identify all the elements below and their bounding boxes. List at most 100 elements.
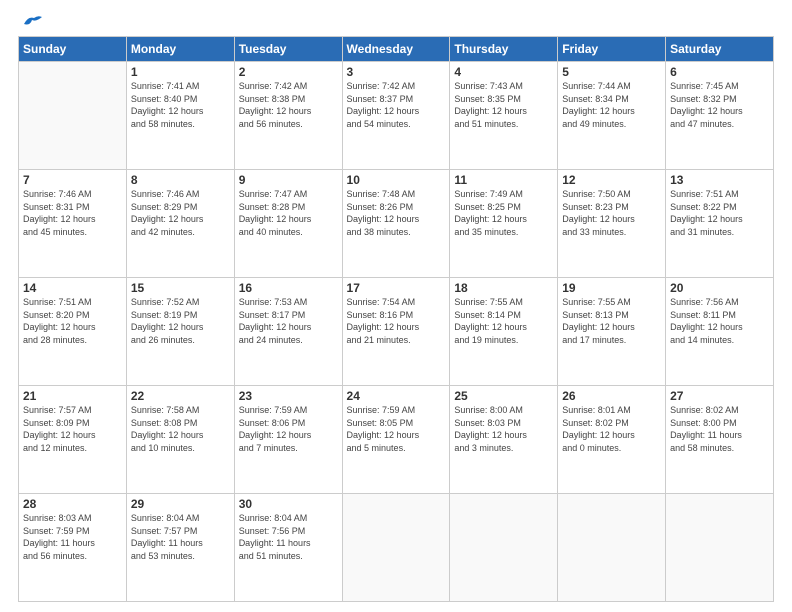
weekday-tuesday: Tuesday — [234, 37, 342, 62]
day-info: Sunrise: 7:59 AM Sunset: 8:05 PM Dayligh… — [347, 404, 446, 454]
day-info: Sunrise: 7:55 AM Sunset: 8:13 PM Dayligh… — [562, 296, 661, 346]
week-row-1: 1Sunrise: 7:41 AM Sunset: 8:40 PM Daylig… — [19, 62, 774, 170]
day-info: Sunrise: 7:50 AM Sunset: 8:23 PM Dayligh… — [562, 188, 661, 238]
day-cell: 27Sunrise: 8:02 AM Sunset: 8:00 PM Dayli… — [666, 386, 774, 494]
day-cell: 5Sunrise: 7:44 AM Sunset: 8:34 PM Daylig… — [558, 62, 666, 170]
day-cell: 19Sunrise: 7:55 AM Sunset: 8:13 PM Dayli… — [558, 278, 666, 386]
day-number: 20 — [670, 281, 769, 295]
day-info: Sunrise: 7:53 AM Sunset: 8:17 PM Dayligh… — [239, 296, 338, 346]
day-info: Sunrise: 7:59 AM Sunset: 8:06 PM Dayligh… — [239, 404, 338, 454]
weekday-monday: Monday — [126, 37, 234, 62]
day-number: 7 — [23, 173, 122, 187]
day-cell: 30Sunrise: 8:04 AM Sunset: 7:56 PM Dayli… — [234, 494, 342, 602]
day-cell: 20Sunrise: 7:56 AM Sunset: 8:11 PM Dayli… — [666, 278, 774, 386]
day-number: 8 — [131, 173, 230, 187]
day-cell: 18Sunrise: 7:55 AM Sunset: 8:14 PM Dayli… — [450, 278, 558, 386]
day-number: 29 — [131, 497, 230, 511]
day-cell: 4Sunrise: 7:43 AM Sunset: 8:35 PM Daylig… — [450, 62, 558, 170]
day-cell: 9Sunrise: 7:47 AM Sunset: 8:28 PM Daylig… — [234, 170, 342, 278]
day-info: Sunrise: 7:42 AM Sunset: 8:37 PM Dayligh… — [347, 80, 446, 130]
week-row-3: 14Sunrise: 7:51 AM Sunset: 8:20 PM Dayli… — [19, 278, 774, 386]
day-number: 5 — [562, 65, 661, 79]
day-number: 10 — [347, 173, 446, 187]
day-number: 28 — [23, 497, 122, 511]
day-number: 27 — [670, 389, 769, 403]
day-number: 18 — [454, 281, 553, 295]
day-info: Sunrise: 7:55 AM Sunset: 8:14 PM Dayligh… — [454, 296, 553, 346]
day-cell: 12Sunrise: 7:50 AM Sunset: 8:23 PM Dayli… — [558, 170, 666, 278]
day-number: 17 — [347, 281, 446, 295]
day-info: Sunrise: 8:00 AM Sunset: 8:03 PM Dayligh… — [454, 404, 553, 454]
day-number: 22 — [131, 389, 230, 403]
day-number: 1 — [131, 65, 230, 79]
day-info: Sunrise: 7:41 AM Sunset: 8:40 PM Dayligh… — [131, 80, 230, 130]
day-info: Sunrise: 7:57 AM Sunset: 8:09 PM Dayligh… — [23, 404, 122, 454]
weekday-friday: Friday — [558, 37, 666, 62]
weekday-thursday: Thursday — [450, 37, 558, 62]
weekday-sunday: Sunday — [19, 37, 127, 62]
day-info: Sunrise: 7:51 AM Sunset: 8:22 PM Dayligh… — [670, 188, 769, 238]
day-cell: 26Sunrise: 8:01 AM Sunset: 8:02 PM Dayli… — [558, 386, 666, 494]
day-cell: 22Sunrise: 7:58 AM Sunset: 8:08 PM Dayli… — [126, 386, 234, 494]
day-cell: 14Sunrise: 7:51 AM Sunset: 8:20 PM Dayli… — [19, 278, 127, 386]
day-info: Sunrise: 7:54 AM Sunset: 8:16 PM Dayligh… — [347, 296, 446, 346]
day-info: Sunrise: 7:46 AM Sunset: 8:31 PM Dayligh… — [23, 188, 122, 238]
day-info: Sunrise: 7:44 AM Sunset: 8:34 PM Dayligh… — [562, 80, 661, 130]
day-number: 6 — [670, 65, 769, 79]
day-number: 25 — [454, 389, 553, 403]
day-info: Sunrise: 7:52 AM Sunset: 8:19 PM Dayligh… — [131, 296, 230, 346]
logo-bird-icon — [20, 14, 42, 32]
week-row-2: 7Sunrise: 7:46 AM Sunset: 8:31 PM Daylig… — [19, 170, 774, 278]
day-info: Sunrise: 7:51 AM Sunset: 8:20 PM Dayligh… — [23, 296, 122, 346]
day-number: 12 — [562, 173, 661, 187]
day-number: 19 — [562, 281, 661, 295]
day-cell: 8Sunrise: 7:46 AM Sunset: 8:29 PM Daylig… — [126, 170, 234, 278]
day-info: Sunrise: 8:04 AM Sunset: 7:57 PM Dayligh… — [131, 512, 230, 562]
day-cell — [19, 62, 127, 170]
day-number: 9 — [239, 173, 338, 187]
day-info: Sunrise: 7:47 AM Sunset: 8:28 PM Dayligh… — [239, 188, 338, 238]
weekday-wednesday: Wednesday — [342, 37, 450, 62]
day-info: Sunrise: 8:04 AM Sunset: 7:56 PM Dayligh… — [239, 512, 338, 562]
day-number: 3 — [347, 65, 446, 79]
day-number: 26 — [562, 389, 661, 403]
day-cell: 2Sunrise: 7:42 AM Sunset: 8:38 PM Daylig… — [234, 62, 342, 170]
day-cell: 24Sunrise: 7:59 AM Sunset: 8:05 PM Dayli… — [342, 386, 450, 494]
day-number: 2 — [239, 65, 338, 79]
day-cell: 21Sunrise: 7:57 AM Sunset: 8:09 PM Dayli… — [19, 386, 127, 494]
page: SundayMondayTuesdayWednesdayThursdayFrid… — [0, 0, 792, 612]
day-number: 11 — [454, 173, 553, 187]
day-cell: 13Sunrise: 7:51 AM Sunset: 8:22 PM Dayli… — [666, 170, 774, 278]
day-number: 30 — [239, 497, 338, 511]
day-number: 24 — [347, 389, 446, 403]
logo — [18, 18, 42, 28]
day-info: Sunrise: 7:46 AM Sunset: 8:29 PM Dayligh… — [131, 188, 230, 238]
day-cell: 3Sunrise: 7:42 AM Sunset: 8:37 PM Daylig… — [342, 62, 450, 170]
day-cell — [666, 494, 774, 602]
day-cell: 17Sunrise: 7:54 AM Sunset: 8:16 PM Dayli… — [342, 278, 450, 386]
day-info: Sunrise: 8:02 AM Sunset: 8:00 PM Dayligh… — [670, 404, 769, 454]
day-info: Sunrise: 7:58 AM Sunset: 8:08 PM Dayligh… — [131, 404, 230, 454]
day-number: 13 — [670, 173, 769, 187]
weekday-saturday: Saturday — [666, 37, 774, 62]
day-info: Sunrise: 7:56 AM Sunset: 8:11 PM Dayligh… — [670, 296, 769, 346]
day-cell: 15Sunrise: 7:52 AM Sunset: 8:19 PM Dayli… — [126, 278, 234, 386]
day-cell: 29Sunrise: 8:04 AM Sunset: 7:57 PM Dayli… — [126, 494, 234, 602]
day-info: Sunrise: 7:45 AM Sunset: 8:32 PM Dayligh… — [670, 80, 769, 130]
day-info: Sunrise: 7:43 AM Sunset: 8:35 PM Dayligh… — [454, 80, 553, 130]
day-cell: 25Sunrise: 8:00 AM Sunset: 8:03 PM Dayli… — [450, 386, 558, 494]
day-cell: 7Sunrise: 7:46 AM Sunset: 8:31 PM Daylig… — [19, 170, 127, 278]
day-cell — [342, 494, 450, 602]
day-cell: 10Sunrise: 7:48 AM Sunset: 8:26 PM Dayli… — [342, 170, 450, 278]
weekday-header-row: SundayMondayTuesdayWednesdayThursdayFrid… — [19, 37, 774, 62]
day-info: Sunrise: 7:49 AM Sunset: 8:25 PM Dayligh… — [454, 188, 553, 238]
day-number: 23 — [239, 389, 338, 403]
day-cell: 1Sunrise: 7:41 AM Sunset: 8:40 PM Daylig… — [126, 62, 234, 170]
header — [18, 18, 774, 28]
day-info: Sunrise: 8:01 AM Sunset: 8:02 PM Dayligh… — [562, 404, 661, 454]
day-cell: 11Sunrise: 7:49 AM Sunset: 8:25 PM Dayli… — [450, 170, 558, 278]
day-cell — [450, 494, 558, 602]
day-info: Sunrise: 8:03 AM Sunset: 7:59 PM Dayligh… — [23, 512, 122, 562]
day-number: 14 — [23, 281, 122, 295]
week-row-5: 28Sunrise: 8:03 AM Sunset: 7:59 PM Dayli… — [19, 494, 774, 602]
